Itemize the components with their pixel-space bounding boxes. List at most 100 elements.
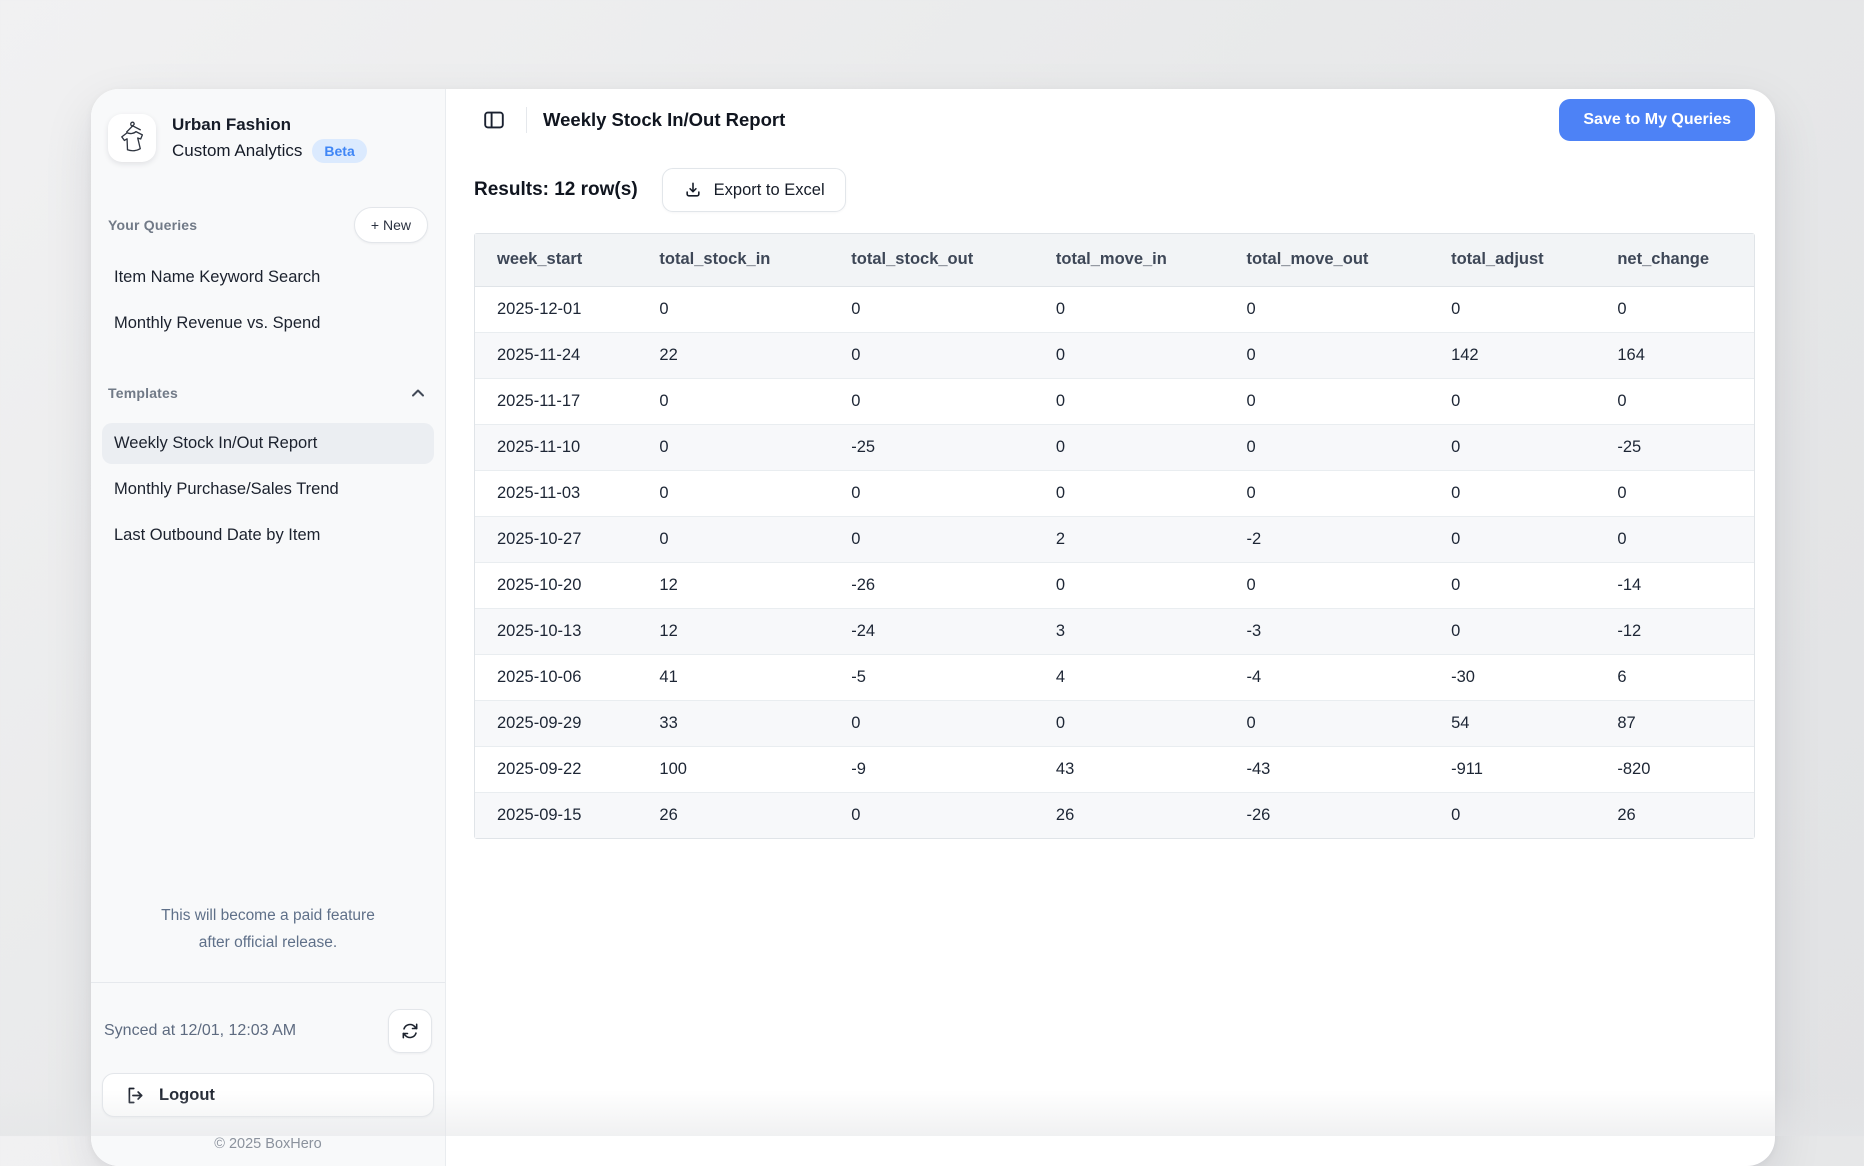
logout-icon [125,1085,146,1106]
sidebar-item-template-2[interactable]: Monthly Purchase/Sales Trend [102,469,434,510]
table-cell: 2025-10-06 [475,654,637,700]
table-cell: 2025-11-10 [475,424,637,470]
table-cell: 0 [1595,470,1754,516]
table-cell: 0 [1034,424,1225,470]
table-row: 2025-09-29330005487 [475,700,1754,746]
results-table-container: week_starttotal_stock_intotal_stock_outt… [474,233,1755,839]
table-row: 2025-12-01000000 [475,286,1754,332]
sidebar-item-template-1[interactable]: Weekly Stock In/Out Report [102,423,434,464]
table-cell: -4 [1224,654,1429,700]
column-header: total_adjust [1429,234,1595,286]
table-cell: -3 [1224,608,1429,654]
table-cell: -911 [1429,746,1595,792]
table-cell: 6 [1595,654,1754,700]
table-cell: 0 [1034,332,1225,378]
table-cell: 54 [1429,700,1595,746]
table-cell: 0 [637,378,829,424]
table-cell: 26 [1034,792,1225,838]
results-table: week_starttotal_stock_intotal_stock_outt… [475,234,1754,838]
table-cell: -2 [1224,516,1429,562]
table-cell: 0 [1429,424,1595,470]
workspace-titles: Urban Fashion Custom Analytics Beta [172,112,367,164]
table-cell: 0 [829,792,1034,838]
table-cell: 0 [829,332,1034,378]
table-cell: 41 [637,654,829,700]
results-count: Results: 12 row(s) [474,179,638,201]
table-row: 2025-10-2012-26000-14 [475,562,1754,608]
tshirt-logo-icon [112,118,152,158]
table-cell: 0 [1429,470,1595,516]
paid-feature-note: This will become a paid feature after of… [106,902,430,956]
workspace-logo [108,114,156,162]
table-cell: 0 [1224,286,1429,332]
table-cell: 142 [1429,332,1595,378]
table-row: 2025-09-22100-943-43-911-820 [475,746,1754,792]
table-cell: 26 [1595,792,1754,838]
table-cell: -820 [1595,746,1754,792]
copyright: © 2025 BoxHero [102,1136,434,1152]
export-button-label: Export to Excel [714,181,825,200]
synced-status: Synced at 12/01, 12:03 AM [104,1022,296,1040]
table-cell: 3 [1034,608,1225,654]
table-cell: -12 [1595,608,1754,654]
table-cell: -5 [829,654,1034,700]
table-cell: 0 [829,470,1034,516]
sidebar-item-query-1[interactable]: Item Name Keyword Search [102,257,434,298]
table-cell: 0 [1429,286,1595,332]
chevron-up-icon [408,383,428,403]
header-divider [526,107,527,133]
table-cell: 0 [1224,424,1429,470]
table-cell: 2025-09-22 [475,746,637,792]
table-body: 2025-12-010000002025-11-2422000142164202… [475,286,1754,838]
table-cell: 2025-11-03 [475,470,637,516]
table-cell: 2025-12-01 [475,286,637,332]
table-cell: 0 [829,286,1034,332]
table-cell: 2025-10-27 [475,516,637,562]
column-header: total_stock_out [829,234,1034,286]
table-cell: 0 [1034,286,1225,332]
table-cell: 0 [1034,378,1225,424]
table-cell: 0 [1429,562,1595,608]
your-queries-label: Your Queries [108,217,197,233]
table-cell: 0 [1429,792,1595,838]
page-title: Weekly Stock In/Out Report [543,109,785,131]
sidebar-item-query-2[interactable]: Monthly Revenue vs. Spend [102,303,434,344]
sidebar: Urban Fashion Custom Analytics Beta Your… [91,89,446,1166]
table-cell: 33 [637,700,829,746]
table-cell: 2025-09-29 [475,700,637,746]
table-cell: 0 [1224,332,1429,378]
table-cell: 0 [829,378,1034,424]
table-cell: -14 [1595,562,1754,608]
table-cell: 0 [637,286,829,332]
templates-header[interactable]: Templates [108,374,428,412]
workspace-name: Urban Fashion [172,112,367,138]
table-header: week_starttotal_stock_intotal_stock_outt… [475,234,1754,286]
sidebar-item-template-3[interactable]: Last Outbound Date by Item [102,515,434,556]
table-cell: -24 [829,608,1034,654]
table-row: 2025-10-1312-243-30-12 [475,608,1754,654]
logout-button[interactable]: Logout [102,1073,434,1117]
table-cell: 2025-11-17 [475,378,637,424]
download-icon [683,180,703,200]
table-cell: 0 [1595,516,1754,562]
table-cell: 0 [1429,378,1595,424]
table-row: 2025-09-1526026-26026 [475,792,1754,838]
save-to-my-queries-button[interactable]: Save to My Queries [1559,99,1755,141]
table-cell: 100 [637,746,829,792]
table-cell: 0 [829,516,1034,562]
table-cell: 2025-10-20 [475,562,637,608]
queries-list: Item Name Keyword Search Monthly Revenue… [102,252,434,344]
new-query-button[interactable]: + New [354,207,428,243]
table-cell: -26 [1224,792,1429,838]
export-to-excel-button[interactable]: Export to Excel [662,168,846,212]
refresh-icon [400,1021,420,1041]
table-cell: -25 [829,424,1034,470]
sidebar-toggle-button[interactable] [474,100,514,140]
table-cell: -9 [829,746,1034,792]
table-cell: 0 [637,516,829,562]
table-cell: 0 [1429,516,1595,562]
table-cell: 0 [637,424,829,470]
refresh-button[interactable] [388,1009,432,1053]
table-cell: 2025-10-13 [475,608,637,654]
templates-label: Templates [108,385,178,401]
